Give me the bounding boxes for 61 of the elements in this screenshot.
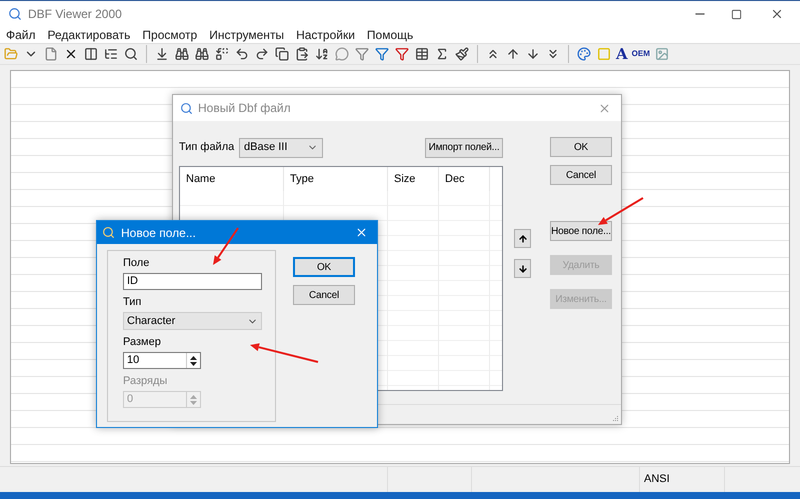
button[interactable]: OK: [293, 257, 355, 277]
maximize-icon[interactable]: [731, 8, 742, 20]
redo-icon[interactable]: [254, 46, 270, 62]
dialog-title: Новое поле...: [121, 224, 196, 242]
button[interactable]: Cancel: [293, 285, 355, 305]
filter-icon[interactable]: [394, 46, 410, 62]
copy-icon[interactable]: [274, 46, 290, 62]
paste-icon[interactable]: [294, 46, 310, 62]
up-arrow-icon: [518, 234, 528, 244]
app-icon: [8, 7, 22, 21]
field-label: Разряды: [123, 374, 168, 388]
binoculars-icon[interactable]: [194, 46, 210, 62]
sort-icon[interactable]: [314, 46, 330, 62]
search-icon[interactable]: [123, 46, 139, 62]
filter-icon[interactable]: [374, 46, 390, 62]
close-icon[interactable]: [355, 226, 368, 239]
app-icon: [180, 102, 193, 114]
font-button[interactable]: A: [616, 46, 628, 62]
oem-button[interactable]: OEM: [632, 50, 650, 58]
binoculars-icon[interactable]: [174, 46, 190, 62]
filter-icon[interactable]: [354, 46, 370, 62]
spin-arrows-icon: [190, 394, 197, 406]
columns-icon[interactable]: [83, 46, 99, 62]
file-type-dropdown[interactable]: dBase III: [239, 138, 323, 158]
down-arrow-icon: [518, 264, 528, 274]
menu-item[interactable]: Помощь: [360, 26, 420, 44]
column-header[interactable]: Type: [284, 167, 388, 191]
undo-icon[interactable]: [234, 46, 250, 62]
column-header[interactable]: Name: [180, 167, 284, 191]
button[interactable]: OK: [550, 137, 612, 157]
menu-item[interactable]: Инструменты: [203, 26, 290, 44]
annotation-arrow: [598, 197, 644, 225]
annotation-arrow: [250, 343, 318, 363]
menu-item[interactable]: Редактировать: [42, 26, 136, 44]
dialog-title: Новый Dbf файл: [198, 100, 291, 117]
field-label: Тип: [123, 295, 142, 309]
move-down-button[interactable]: [514, 259, 531, 278]
field-label: Размер: [123, 335, 162, 349]
input-field[interactable]: ID: [123, 273, 262, 290]
button[interactable]: Новое поле...: [550, 221, 612, 241]
move-up-button[interactable]: [514, 229, 531, 248]
menu-item[interactable]: Настройки: [290, 26, 361, 44]
table-icon[interactable]: [414, 46, 430, 62]
number-spinner[interactable]: 10: [123, 352, 201, 369]
column-header[interactable]: Dec: [439, 167, 490, 191]
field-label: Поле: [123, 256, 150, 270]
palette-icon[interactable]: [576, 46, 592, 62]
resize-grip-icon[interactable]: [611, 414, 619, 422]
type-dropdown[interactable]: Character: [123, 312, 262, 330]
spin-arrows-icon: [190, 354, 197, 366]
button[interactable]: Cancel: [550, 165, 612, 185]
close-icon[interactable]: [770, 7, 784, 21]
column-header[interactable]: Size: [388, 167, 439, 191]
menu-item[interactable]: Файл: [0, 26, 42, 44]
window-title: DBF Viewer 2000: [28, 6, 122, 23]
annotation-arrow: [213, 227, 239, 265]
button[interactable]: Импорт полей...: [425, 138, 503, 158]
brush-icon[interactable]: [454, 46, 470, 62]
menu-item[interactable]: Просмотр: [136, 26, 204, 44]
field-label: Тип файла: [179, 140, 236, 156]
search-icon: [102, 226, 115, 239]
